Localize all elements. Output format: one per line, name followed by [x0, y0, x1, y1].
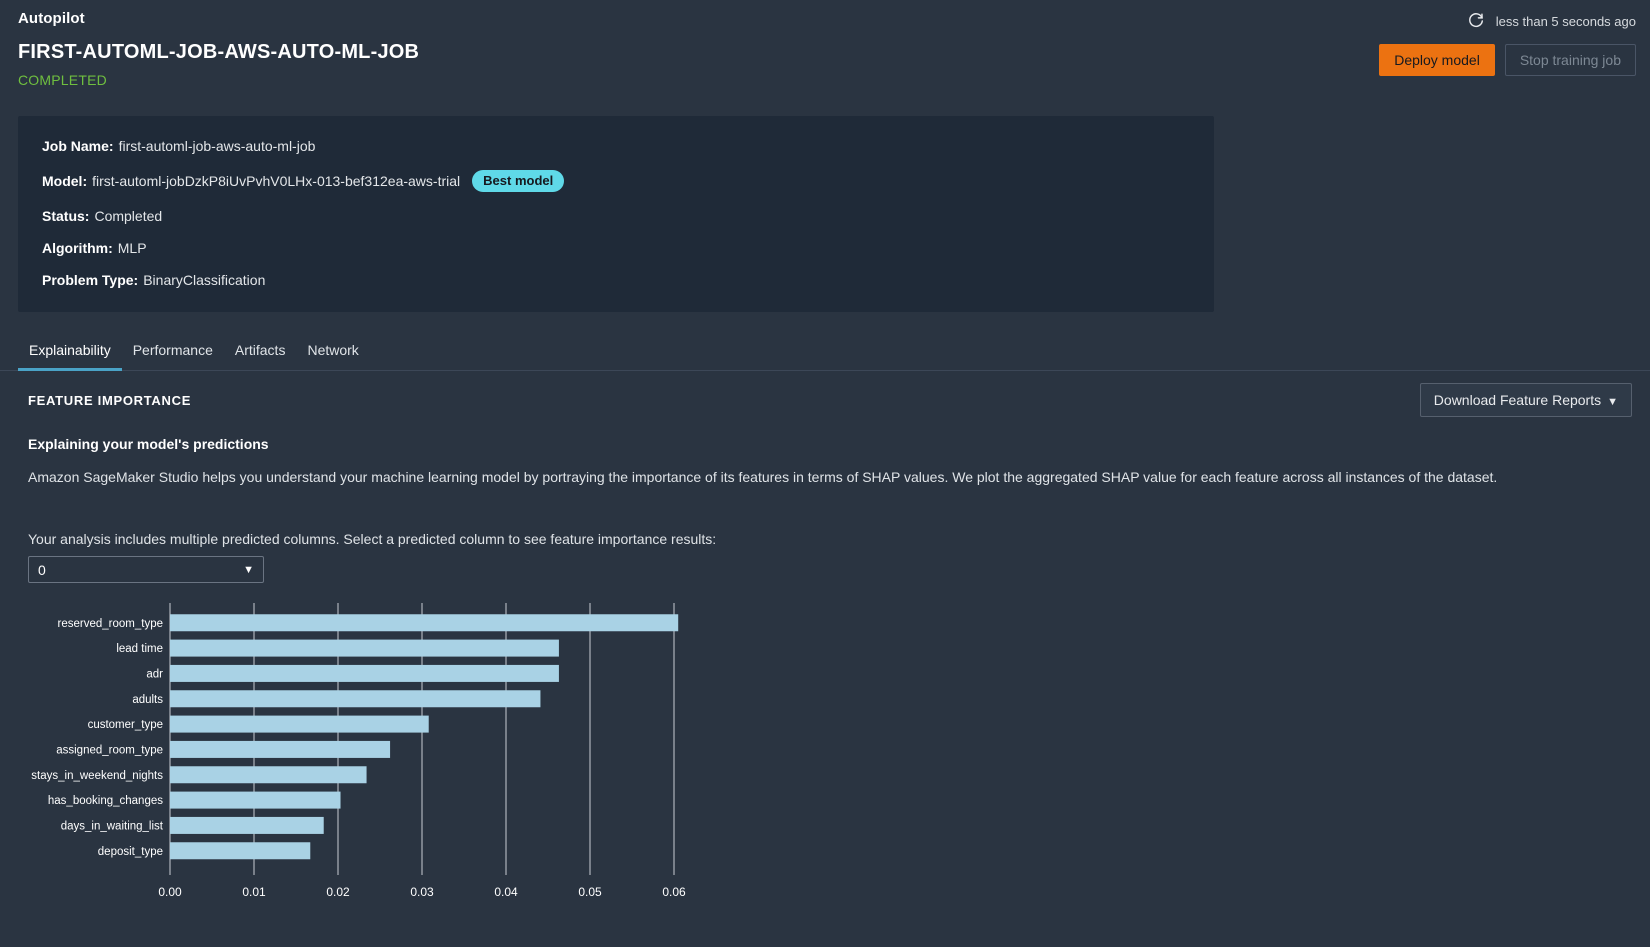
refresh-timestamp: less than 5 seconds ago — [1495, 13, 1636, 29]
info-label: Model: — [42, 173, 88, 190]
x-axis-tick-label: 0.00 — [158, 885, 182, 899]
info-label: Job Name: — [42, 138, 114, 154]
header-actions: less than 5 seconds ago Deploy model Sto… — [1379, 10, 1636, 77]
x-axis-tick-label: 0.03 — [410, 885, 434, 899]
bar-category-label: reserved_room_type — [58, 618, 163, 630]
info-value: BinaryClassification — [143, 272, 266, 289]
info-label: Status: — [42, 208, 90, 225]
predicted-column-value: 0 — [38, 561, 46, 578]
predicted-column-select[interactable]: 0 ▼ — [28, 556, 264, 584]
header-button-row: Deploy model Stop training job — [1379, 44, 1636, 77]
page-title: FEATURE IMPORTANCE — [28, 393, 192, 409]
bar-category-label: deposit_type — [98, 846, 163, 858]
info-value: first-automl-jobDzkP8iUvPvhV0LHx-013-bef… — [92, 173, 461, 190]
bar — [170, 766, 367, 784]
bar — [170, 665, 559, 683]
x-axis-tick-label: 0.05 — [578, 885, 602, 899]
tab-explainability[interactable]: Explainability — [18, 334, 122, 372]
refresh-row: less than 5 seconds ago — [1379, 10, 1636, 32]
bar-category-label: customer_type — [88, 719, 163, 731]
info-row-job-name: Job Name: first-automl-job-aws-auto-ml-j… — [42, 138, 1190, 154]
tab-bar: Explainability Performance Artifacts Net… — [0, 334, 1650, 372]
bar-category-label: lead time — [116, 643, 163, 655]
info-row-algorithm: Algorithm: MLP — [42, 240, 1190, 256]
x-axis-tick-label: 0.01 — [242, 885, 266, 899]
download-button-label: Download Feature Reports — [1433, 392, 1602, 409]
bar-category-label: adr — [146, 669, 163, 681]
description-text: Amazon SageMaker Studio helps you unders… — [28, 469, 1498, 486]
tab-artifacts[interactable]: Artifacts — [224, 334, 297, 371]
chevron-down-icon: ▼ — [243, 563, 254, 576]
x-axis-tick-label: 0.04 — [494, 885, 518, 899]
feature-importance-svg: reserved_room_typelead time adr adults cust… — [31, 603, 686, 899]
bar-category-label: has_booking_changes — [48, 795, 163, 807]
info-row-problem-type: Problem Type: BinaryClassification — [42, 272, 1190, 288]
job-info-card: Job Name: first-automl-job-aws-auto-ml-j… — [18, 116, 1214, 313]
bar-category-label: adults — [132, 694, 163, 706]
tab-network[interactable]: Network — [296, 334, 369, 371]
info-value: MLP — [117, 240, 147, 257]
bar — [170, 614, 679, 632]
info-row-status: Status: Completed — [42, 208, 1190, 224]
page-header: Autopilot FIRST-AUTOML-JOB-AWS-AUTO-ML-J… — [0, 0, 1650, 104]
bar-category-label: assigned_room_type — [56, 745, 163, 757]
best-model-badge: Best model — [472, 170, 565, 193]
deploy-model-button[interactable]: Deploy model — [1379, 44, 1495, 77]
info-label: Problem Type: — [42, 272, 139, 289]
info-value: Completed — [94, 208, 163, 225]
refresh-icon[interactable] — [1466, 11, 1486, 31]
chevron-down-icon: ▼ — [1607, 396, 1618, 409]
stop-training-job-button[interactable]: Stop training job — [1504, 44, 1636, 77]
feature-importance-chart: reserved_room_typelead time adr adults cust… — [28, 599, 788, 929]
sub-heading: Explaining your model's predictions — [28, 436, 269, 453]
bar — [170, 842, 311, 860]
bar — [170, 690, 541, 708]
info-row-model: Model: first-automl-jobDzkP8iUvPvhV0LHx-… — [42, 170, 1190, 193]
x-axis-tick-label: 0.06 — [662, 885, 686, 899]
bar — [170, 791, 341, 809]
bar-category-label: stays_in_weekend_nights — [31, 770, 163, 782]
download-feature-reports-button[interactable]: Download Feature Reports ▼ — [1419, 383, 1632, 418]
bar-category-label: days_in_waiting_list — [61, 821, 164, 833]
main-content: FEATURE IMPORTANCE Download Feature Repo… — [0, 371, 1650, 929]
x-axis-tick-label: 0.02 — [326, 885, 350, 899]
bar — [170, 817, 324, 835]
info-value: first-automl-job-aws-auto-ml-job — [118, 138, 316, 154]
bar — [170, 639, 559, 657]
tab-performance[interactable]: Performance — [122, 334, 224, 371]
bar — [170, 741, 391, 759]
bar — [170, 715, 429, 733]
info-label: Algorithm: — [42, 240, 113, 257]
predicted-column-label: Your analysis includes multiple predicte… — [28, 531, 717, 548]
